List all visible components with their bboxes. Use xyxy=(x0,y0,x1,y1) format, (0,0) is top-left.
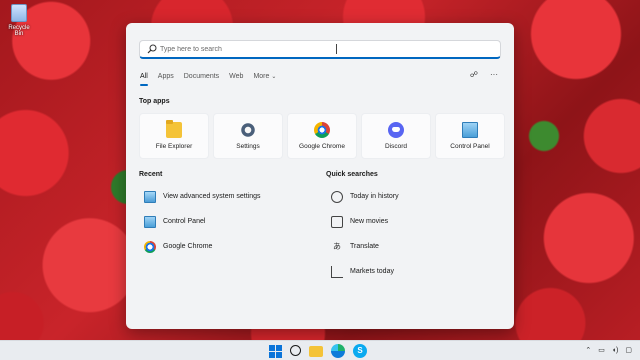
discord-icon xyxy=(388,122,404,138)
taskbar-edge-icon[interactable] xyxy=(331,344,345,358)
quick-search-label: Translate xyxy=(350,243,379,250)
film-icon xyxy=(331,215,343,228)
gear-icon xyxy=(240,122,256,138)
quick-search-item[interactable]: あ Translate xyxy=(331,234,399,259)
recycle-bin-shortcut[interactable]: Recycle Bin xyxy=(4,4,34,37)
top-app-label: Discord xyxy=(384,143,408,150)
search-input[interactable] xyxy=(160,42,490,57)
volume-icon[interactable]: ◖) xyxy=(612,344,619,358)
recent-item-label: View advanced system settings xyxy=(163,193,261,200)
chart-icon xyxy=(331,265,343,278)
top-app-control-panel[interactable]: Control Panel xyxy=(435,113,505,159)
tab-more[interactable]: More ⌄ xyxy=(253,71,276,83)
recent-item-label: Google Chrome xyxy=(163,243,213,250)
clock-icon xyxy=(331,190,343,203)
chrome-icon xyxy=(144,240,156,253)
tab-documents[interactable]: Documents xyxy=(184,71,219,83)
network-icon[interactable]: ▭ xyxy=(598,344,605,358)
quick-search-item[interactable]: New movies xyxy=(331,209,399,234)
panel-tools: ☍ ··· xyxy=(470,70,498,79)
control-panel-icon xyxy=(462,122,478,138)
more-options-icon[interactable]: ··· xyxy=(490,70,498,79)
recent-item[interactable]: Control Panel xyxy=(144,209,261,234)
share-icon[interactable]: ☍ xyxy=(470,70,478,79)
chevron-down-icon: ⌄ xyxy=(271,74,277,80)
taskbar: S ⌃ ▭ ◖) ▢ xyxy=(0,340,640,360)
search-filter-tabs: All Apps Documents Web More ⌄ xyxy=(140,71,286,86)
folder-icon xyxy=(166,120,182,138)
taskbar-skype-icon[interactable]: S xyxy=(353,344,367,358)
search-box[interactable] xyxy=(139,40,501,59)
quick-search-item[interactable]: Today in history xyxy=(331,184,399,209)
chrome-icon xyxy=(314,122,330,138)
recycle-bin-icon xyxy=(11,4,27,22)
notifications-icon[interactable]: ▢ xyxy=(625,344,632,358)
system-tray: ⌃ ▭ ◖) ▢ xyxy=(585,344,632,358)
taskbar-search-icon[interactable] xyxy=(290,345,301,356)
control-panel-icon xyxy=(144,215,156,228)
top-app-settings[interactable]: Settings xyxy=(213,113,283,159)
quick-search-label: New movies xyxy=(350,218,389,225)
tab-all[interactable]: All xyxy=(140,71,148,86)
quick-search-label: Markets today xyxy=(350,268,394,275)
top-app-label: Google Chrome xyxy=(299,143,345,150)
top-app-label: Settings xyxy=(236,143,260,150)
quick-search-item[interactable]: Markets today xyxy=(331,259,399,284)
recycle-bin-label: Recycle Bin xyxy=(8,25,30,37)
text-cursor xyxy=(336,44,337,54)
tab-web[interactable]: Web xyxy=(229,71,243,83)
recent-title: Recent xyxy=(139,171,163,178)
top-app-file-explorer[interactable]: File Explorer xyxy=(139,113,209,159)
quick-searches-title: Quick searches xyxy=(326,171,378,178)
translate-icon: あ xyxy=(333,241,341,251)
quick-search-label: Today in history xyxy=(350,193,399,200)
windows-start-icon[interactable] xyxy=(268,344,282,358)
tab-more-label: More xyxy=(253,73,270,80)
recent-item-label: Control Panel xyxy=(163,218,206,225)
top-apps-title: Top apps xyxy=(139,98,170,105)
top-app-label: File Explorer xyxy=(155,143,193,150)
taskbar-apps: S xyxy=(268,344,367,358)
recent-item[interactable]: Google Chrome xyxy=(144,234,261,259)
top-app-label: Control Panel xyxy=(450,143,490,150)
taskbar-file-explorer-icon[interactable] xyxy=(309,346,323,357)
tab-apps[interactable]: Apps xyxy=(158,71,174,83)
search-icon xyxy=(147,44,157,54)
top-app-discord[interactable]: Discord xyxy=(361,113,431,159)
monitor-icon xyxy=(144,190,156,203)
top-apps-grid: File Explorer Settings Google Chrome Dis… xyxy=(139,113,505,159)
top-app-google-chrome[interactable]: Google Chrome xyxy=(287,113,357,159)
chevron-up-icon[interactable]: ⌃ xyxy=(585,344,591,358)
quick-searches-list: Today in history New movies あ Translate … xyxy=(331,184,399,284)
recent-item[interactable]: View advanced system settings xyxy=(144,184,261,209)
recent-list: View advanced system settings Control Pa… xyxy=(144,184,261,259)
search-panel: All Apps Documents Web More⌄ ☍ ··· Top a… xyxy=(126,23,514,329)
